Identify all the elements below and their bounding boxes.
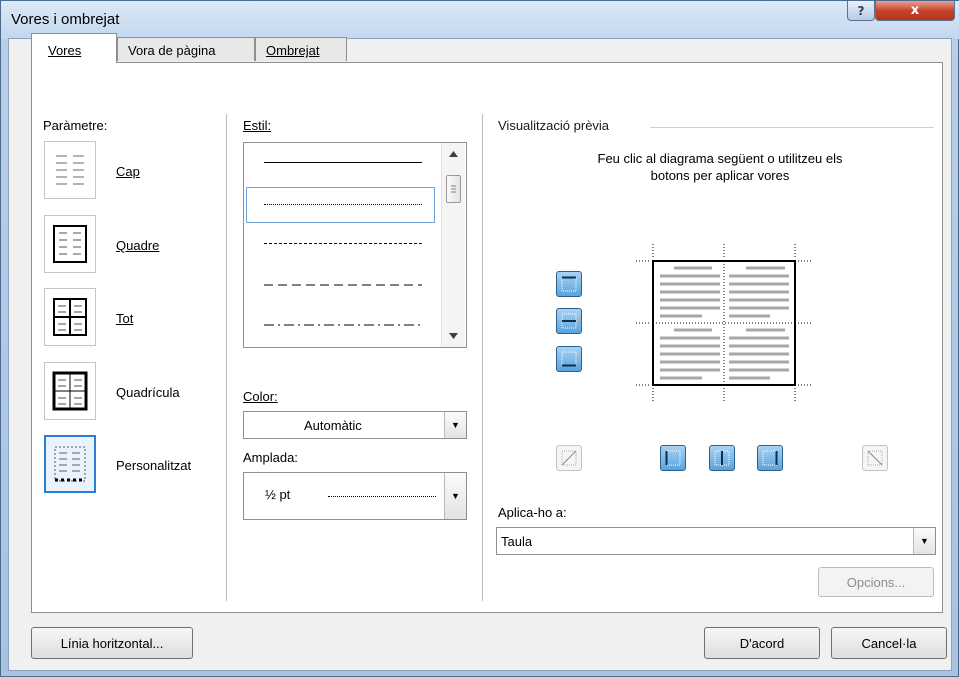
options-button[interactable]: Opcions... xyxy=(818,567,934,597)
right-border-button[interactable] xyxy=(757,445,783,471)
apply-to-value: Taula xyxy=(501,534,533,549)
width-label: Amplada: xyxy=(243,450,298,465)
grip-icon xyxy=(451,185,456,193)
inside-vertical-border-button[interactable] xyxy=(709,445,735,471)
preview-heading-rule xyxy=(650,127,934,128)
top-border-icon xyxy=(561,276,577,292)
style-scrollbar[interactable] xyxy=(441,143,465,347)
options-button-label: Opcions... xyxy=(846,574,906,590)
chevron-down-icon[interactable]: ▼ xyxy=(913,528,935,554)
apply-to-label: Aplica-ho a: xyxy=(498,505,567,520)
setting-box-button[interactable] xyxy=(44,215,96,273)
width-value: ½ pt xyxy=(265,487,291,502)
diagonal-down-border-button[interactable] xyxy=(862,445,888,471)
preview-diagram[interactable] xyxy=(630,244,815,404)
all-borders-icon xyxy=(53,298,87,336)
color-dropdown[interactable]: Automàtic ▼ xyxy=(243,411,467,439)
style-dashed-line[interactable] xyxy=(264,283,422,287)
width-sample-line xyxy=(328,496,436,497)
chevron-down-icon[interactable]: ▼ xyxy=(444,473,466,519)
ok-button[interactable]: D'acord xyxy=(704,627,820,659)
divider-right xyxy=(482,114,483,601)
setting-custom-label[interactable]: Personalitzat xyxy=(116,458,191,473)
scroll-down-icon[interactable] xyxy=(449,333,458,339)
style-solid-line[interactable] xyxy=(264,162,422,163)
style-fine-dashed-line[interactable] xyxy=(264,243,422,244)
inside-horizontal-border-icon xyxy=(561,313,577,329)
cancel-button[interactable]: Cancel·la xyxy=(831,627,947,659)
setting-none-button[interactable] xyxy=(44,141,96,199)
box-border-icon xyxy=(53,225,87,263)
ok-button-label: D'acord xyxy=(739,635,785,651)
preview-instructions: Feu clic al diagrama següent o utilitzeu… xyxy=(597,151,843,183)
chevron-down-icon[interactable]: ▼ xyxy=(444,412,466,438)
setting-none-label[interactable]: Cap xyxy=(116,164,140,179)
preview-heading: Visualització prèvia xyxy=(498,118,610,133)
inside-horizontal-border-button[interactable] xyxy=(556,308,582,334)
inside-vertical-border-icon xyxy=(714,450,730,466)
color-value: Automàtic xyxy=(304,418,362,433)
setting-all-button[interactable] xyxy=(44,288,96,346)
apply-to-dropdown[interactable]: Taula ▼ xyxy=(496,527,936,555)
horizontal-line-button-label: Línia horitzontal... xyxy=(60,635,164,651)
style-heading: Estil: xyxy=(243,118,272,133)
diagonal-down-border-icon xyxy=(867,450,883,466)
bottom-border-icon xyxy=(561,351,577,367)
right-border-icon xyxy=(762,450,778,466)
left-border-icon xyxy=(665,450,681,466)
diagonal-up-border-button[interactable] xyxy=(556,445,582,471)
bottom-border-button[interactable] xyxy=(556,346,582,372)
cancel-button-label: Cancel·la xyxy=(861,635,917,651)
grid-border-icon xyxy=(52,371,88,411)
divider-left xyxy=(226,114,227,601)
setting-grid-button[interactable] xyxy=(44,362,96,420)
scroll-thumb[interactable] xyxy=(446,175,461,203)
diagonal-up-border-icon xyxy=(561,450,577,466)
style-dash-dot-line[interactable] xyxy=(264,323,422,327)
top-border-button[interactable] xyxy=(556,271,582,297)
none-border-icon xyxy=(56,155,84,185)
color-label: Color: xyxy=(243,389,278,404)
width-dropdown[interactable]: ½ pt ▼ xyxy=(243,472,467,520)
left-border-button[interactable] xyxy=(660,445,686,471)
scroll-up-icon[interactable] xyxy=(449,151,458,157)
style-selection[interactable] xyxy=(246,187,435,223)
setting-box-label[interactable]: Quadre xyxy=(116,238,159,253)
setting-all-label[interactable]: Tot xyxy=(116,311,133,326)
style-dotted-line[interactable] xyxy=(264,204,422,205)
horizontal-line-button[interactable]: Línia horitzontal... xyxy=(31,627,193,659)
custom-border-icon xyxy=(54,446,86,482)
setting-custom-button[interactable] xyxy=(44,435,96,493)
style-listbox[interactable] xyxy=(243,142,467,348)
setting-grid-label[interactable]: Quadrícula xyxy=(116,385,180,400)
setting-heading: Paràmetre: xyxy=(43,118,108,133)
